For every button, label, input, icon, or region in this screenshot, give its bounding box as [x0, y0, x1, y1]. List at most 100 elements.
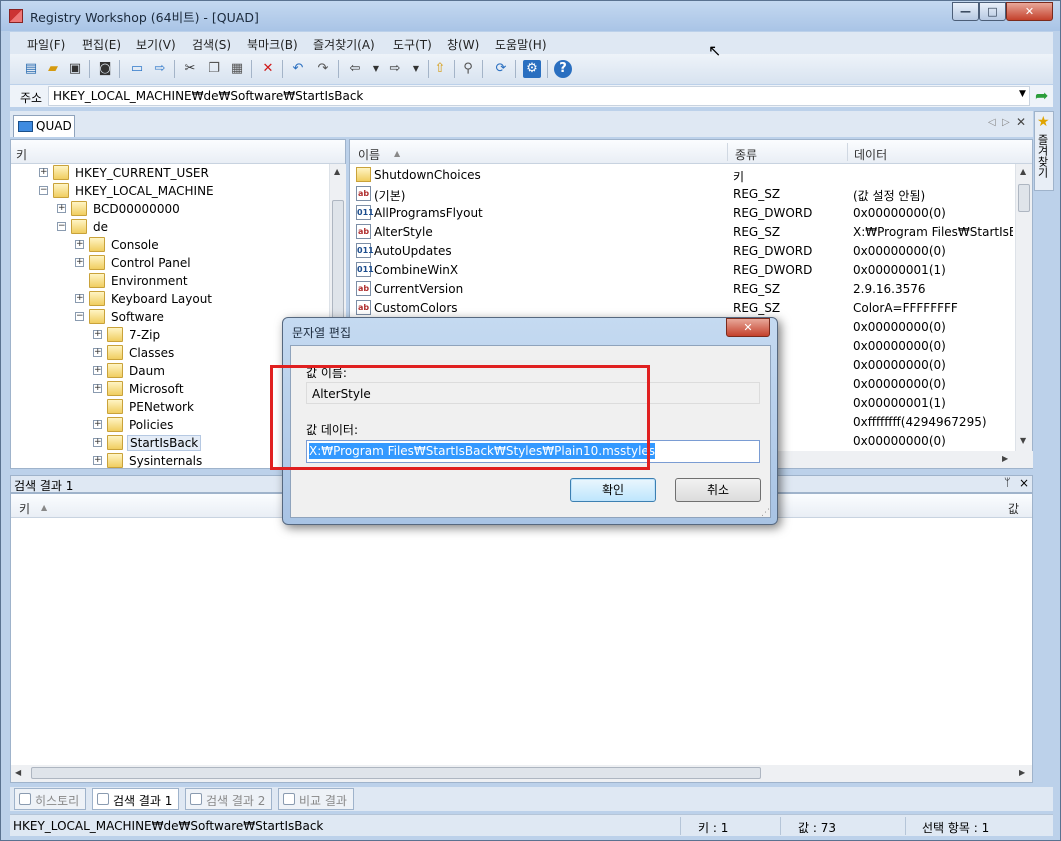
- value-row[interactable]: ab CustomColors REG_SZ ColorA=FFFFFFFF: [354, 298, 1014, 317]
- tab-history[interactable]: 히스토리: [14, 788, 87, 810]
- tab-compare-results-label: 비교 결과: [299, 794, 347, 808]
- address-dropdown-icon[interactable]: ▼: [1019, 89, 1026, 99]
- value-row[interactable]: 011 AutoUpdates REG_DWORD 0x00000000(0): [354, 241, 1014, 260]
- folder-icon: [107, 381, 123, 396]
- column-data[interactable]: 데이터: [854, 146, 887, 163]
- results-hscrollbar[interactable]: ◀ ▶: [11, 765, 1032, 782]
- tab-search-results-1[interactable]: 검색 결과 1: [92, 788, 180, 810]
- forward-dropdown-icon[interactable]: ▼: [407, 60, 425, 78]
- tab-quad[interactable]: QUAD: [13, 115, 75, 137]
- cancel-button[interactable]: 취소: [675, 478, 761, 502]
- delete-icon[interactable]: ✕: [259, 60, 277, 78]
- results-scroll-thumb[interactable]: [31, 767, 761, 779]
- cut-icon[interactable]: ✂: [181, 60, 199, 78]
- minimize-button[interactable]: —: [952, 2, 979, 21]
- expand-toggle-icon[interactable]: +: [93, 438, 102, 447]
- menu-view[interactable]: 보기(V): [136, 36, 176, 53]
- scroll-right-icon[interactable]: ▶: [1002, 454, 1008, 463]
- redo-icon[interactable]: ↷: [314, 60, 332, 78]
- expand-toggle-icon[interactable]: +: [93, 348, 102, 357]
- camera-icon[interactable]: ◙: [96, 60, 114, 78]
- menu-help[interactable]: 도움말(H): [495, 36, 547, 53]
- tree-header-key: 키: [16, 148, 28, 162]
- expand-toggle-icon[interactable]: +: [93, 366, 102, 375]
- value-row[interactable]: ShutdownChoices 키: [354, 165, 1014, 184]
- value-row[interactable]: ab AlterStyle REG_SZ X:₩Program Files₩Start…: [354, 222, 1014, 241]
- go-arrow-icon[interactable]: ➦: [1035, 86, 1048, 105]
- toolbar: ▤ ▰ ▣ ◙ ▭ ⇨ ✂ ❐ ▦ ✕ ↶ ↷ ⇦ ▼ ⇨ ▼ ⇧ ⚲ ⟳ ⚙ …: [10, 54, 1053, 84]
- sort-ascending-icon: ▲: [41, 503, 48, 512]
- pin-icon[interactable]: ᛘ: [1004, 476, 1011, 489]
- column-name[interactable]: 이름: [358, 146, 380, 163]
- back-icon[interactable]: ⇦: [346, 60, 364, 78]
- ok-button[interactable]: 확인: [570, 478, 656, 502]
- menu-favorites[interactable]: 즐겨찾기(A): [313, 36, 375, 53]
- sort-ascending-icon: ▲: [394, 149, 401, 158]
- expand-toggle-icon[interactable]: +: [93, 420, 102, 429]
- open-icon[interactable]: ▰: [44, 60, 62, 78]
- results-column-key[interactable]: 키: [19, 500, 30, 517]
- close-button[interactable]: ✕: [1006, 2, 1053, 21]
- expand-toggle-icon[interactable]: +: [93, 456, 102, 465]
- menu-search[interactable]: 검색(S): [192, 36, 231, 53]
- tree-item-label: StartIsBack: [127, 435, 202, 451]
- favorites-sidebar-tab[interactable]: ★ 즐겨찾기: [1034, 111, 1054, 191]
- forward-icon[interactable]: ⇨: [386, 60, 404, 78]
- expand-toggle-icon[interactable]: −: [39, 186, 48, 195]
- expand-toggle-icon[interactable]: +: [75, 258, 84, 267]
- expand-toggle-icon[interactable]: +: [75, 294, 84, 303]
- results-column-value[interactable]: 값: [1008, 500, 1019, 517]
- expand-toggle-icon[interactable]: −: [75, 312, 84, 321]
- title-bar[interactable]: Registry Workshop (64비트) - [QUAD] — □ ✕: [1, 1, 1060, 31]
- value-row[interactable]: ab (기본) REG_SZ (값 설정 안됨): [354, 184, 1014, 203]
- refresh-icon[interactable]: ⟳: [492, 60, 510, 78]
- save-icon[interactable]: ▣: [66, 60, 84, 78]
- address-input[interactable]: HKEY_LOCAL_MACHINE₩de₩Software₩StartIsBa…: [48, 86, 1030, 106]
- expand-toggle-icon[interactable]: +: [93, 330, 102, 339]
- up-icon[interactable]: ⇧: [431, 60, 449, 78]
- status-keys: 키 : 1: [698, 821, 729, 835]
- back-dropdown-icon[interactable]: ▼: [367, 60, 385, 78]
- paste-icon[interactable]: ▦: [228, 60, 246, 78]
- menu-edit[interactable]: 편집(E): [82, 36, 121, 53]
- tab-prev-icon[interactable]: ◁: [988, 117, 996, 128]
- help-icon[interactable]: ?: [554, 60, 572, 78]
- expand-toggle-icon[interactable]: +: [93, 384, 102, 393]
- tree-item-label: Software: [111, 310, 164, 324]
- settings-icon[interactable]: ⚙: [523, 60, 541, 78]
- expand-toggle-icon[interactable]: +: [57, 204, 66, 213]
- value-row[interactable]: 011 AllProgramsFlyout REG_DWORD 0x00000000(…: [354, 203, 1014, 222]
- menu-bookmark[interactable]: 북마크(B): [247, 36, 298, 53]
- scroll-right-icon[interactable]: ▶: [1019, 768, 1025, 777]
- list-scroll-thumb[interactable]: [1018, 184, 1030, 212]
- value-row[interactable]: 011 CombineWinX REG_DWORD 0x00000001(1): [354, 260, 1014, 279]
- maximize-button[interactable]: □: [979, 2, 1006, 21]
- find-icon[interactable]: ⚲: [459, 60, 477, 78]
- scroll-up-icon[interactable]: ▲: [1020, 167, 1026, 176]
- tab-close-icon[interactable]: ✕: [1016, 115, 1026, 129]
- scroll-down-icon[interactable]: ▼: [1020, 436, 1026, 445]
- scroll-up-icon[interactable]: ▲: [334, 167, 340, 176]
- expand-toggle-icon[interactable]: −: [57, 222, 66, 231]
- list-scrollbar[interactable]: ▲ ▼: [1015, 164, 1032, 451]
- copy-icon[interactable]: ❐: [205, 60, 223, 78]
- menu-file[interactable]: 파일(F): [27, 36, 65, 53]
- undo-icon[interactable]: ↶: [289, 60, 307, 78]
- column-type[interactable]: 종류: [735, 146, 757, 163]
- results-close-icon[interactable]: ×: [1019, 476, 1029, 490]
- new-icon[interactable]: ▤: [22, 60, 40, 78]
- menu-tools[interactable]: 도구(T): [393, 36, 432, 53]
- expand-toggle-icon[interactable]: +: [75, 240, 84, 249]
- tab-compare-results[interactable]: 비교 결과: [278, 788, 354, 810]
- scroll-left-icon[interactable]: ◀: [15, 768, 21, 777]
- menu-window[interactable]: 창(W): [447, 36, 479, 53]
- computer-icon[interactable]: ▭: [128, 60, 146, 78]
- value-row[interactable]: ab CurrentVersion REG_SZ 2.9.16.3576: [354, 279, 1014, 298]
- dialog-close-button[interactable]: ✕: [726, 318, 770, 337]
- tab-next-icon[interactable]: ▷: [1002, 117, 1010, 128]
- resize-grip-icon[interactable]: ⋰: [761, 508, 770, 518]
- tab-search-results-2[interactable]: 검색 결과 2: [185, 788, 273, 810]
- connect-icon[interactable]: ⇨: [151, 60, 169, 78]
- value-name: ShutdownChoices: [374, 168, 481, 182]
- expand-toggle-icon[interactable]: +: [39, 168, 48, 177]
